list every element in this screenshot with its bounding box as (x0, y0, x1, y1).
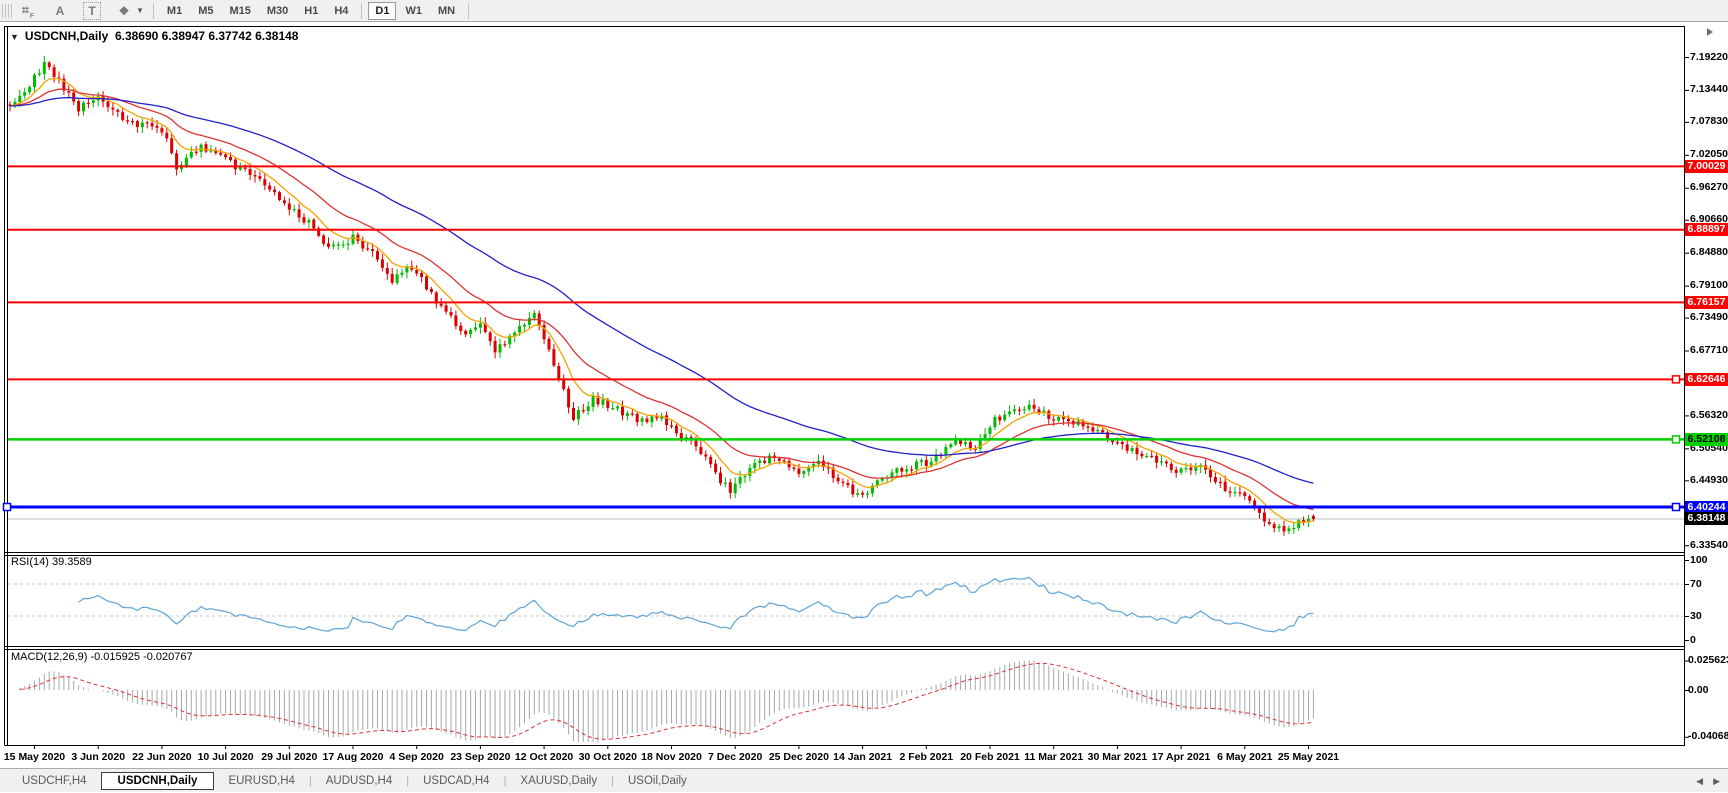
price-axis-tick: 6.96270 (1690, 181, 1728, 194)
timeframe-button-m30[interactable]: M30 (260, 2, 295, 20)
rsi-axis-tick: 70 (1690, 578, 1702, 591)
macd-layer (20, 660, 1314, 742)
timeframe-button-w1[interactable]: W1 (398, 2, 429, 20)
toolbar-separator (361, 3, 362, 19)
fibonacci-tool-icon[interactable]: ⌗F (19, 2, 37, 20)
toolbar-drag-grip[interactable] (2, 4, 12, 18)
toolbar-separator (468, 3, 469, 19)
horizontal-levels-layer (4, 166, 1685, 510)
tab-usoil-daily[interactable]: USOil,Daily (614, 772, 701, 790)
chart-shift-marker[interactable] (1707, 28, 1713, 36)
tab-eurusd-h4[interactable]: EURUSD,H4 (214, 772, 308, 790)
timeframe-button-d1[interactable]: D1 (368, 2, 396, 20)
price-axis-tick: 6.79100 (1690, 279, 1728, 292)
chevron-down-icon[interactable]: ▼ (136, 6, 144, 15)
collapse-chart-icon[interactable]: ▼ (10, 32, 19, 42)
price-axis-tick: 7.19220 (1690, 51, 1728, 64)
level-price-label[interactable]: 6.52108 (1685, 433, 1728, 446)
chart-ohlc-values: 6.38690 6.38947 6.37742 6.38148 (115, 29, 299, 43)
current-price-label: 6.38148 (1685, 512, 1728, 525)
timeframe-button-m15[interactable]: M15 (222, 2, 257, 20)
macd-axis-tick: 0.00 (1688, 684, 1708, 697)
level-drag-handle[interactable] (1673, 504, 1680, 511)
timeframe-button-h4[interactable]: H4 (327, 2, 355, 20)
timeframe-button-h1[interactable]: H1 (297, 2, 325, 20)
tab-scroll-right-icon[interactable]: ▶ (1713, 776, 1720, 787)
price-axis-tick: 6.33540 (1690, 539, 1728, 552)
tab-xauusd-daily[interactable]: XAUUSD,Daily (506, 772, 611, 790)
price-axis-tick: 6.73490 (1690, 311, 1728, 324)
level-price-label[interactable]: 6.76157 (1685, 296, 1728, 309)
candles-layer (9, 56, 1315, 536)
tab-usdchf-h4[interactable]: USDCHF,H4 (8, 772, 101, 790)
rsi-axis-tick: 100 (1690, 554, 1708, 567)
chart-title: ▼ USDCNH,Daily 6.38690 6.38947 6.37742 6.… (10, 29, 298, 43)
rsi-layer (8, 577, 1684, 632)
tab-usdcnh-daily[interactable]: USDCNH,Daily (101, 772, 215, 790)
text-tool-icon[interactable]: T (83, 2, 101, 20)
text-label-icon[interactable]: A (51, 2, 69, 20)
timeframe-button-m5[interactable]: M5 (191, 2, 220, 20)
macd-indicator-label: MACD(12,26,9) -0.015925 -0.020767 (11, 651, 193, 663)
toolbar: ⌗F AT ❖ ▼ M1M5M15M30H1H4 D1W1MN (0, 0, 1728, 22)
chart-symbol-label: USDCNH,Daily (25, 29, 108, 43)
chart-window: ⌗F AT ❖ ▼ M1M5M15M30H1H4 D1W1MN ▼ USDCNH,Dai… (0, 0, 1728, 792)
timeframe-button-m1[interactable]: M1 (160, 2, 189, 20)
level-drag-handle[interactable] (4, 504, 11, 511)
chart-canvas[interactable] (0, 0, 1728, 792)
level-price-label[interactable]: 6.88897 (1685, 223, 1728, 236)
rsi-indicator-label: RSI(14) 39.3589 (11, 556, 92, 568)
price-axis-tick: 6.56320 (1690, 409, 1728, 422)
axis-ticks (35, 58, 1690, 750)
macd-axis-tick: -0.040687 (1688, 730, 1728, 743)
toolbar-separator (153, 3, 154, 19)
level-drag-handle[interactable] (1673, 436, 1680, 443)
level-price-label[interactable]: 6.62646 (1685, 373, 1728, 386)
price-axis-tick: 6.67710 (1690, 344, 1728, 357)
rsi-axis-tick: 30 (1690, 610, 1702, 623)
price-axis-tick: 6.84880 (1690, 246, 1728, 259)
timeframe-button-mn[interactable]: MN (431, 2, 462, 20)
price-axis-tick: 6.44930 (1690, 474, 1728, 487)
macd-axis-tick: 0.025623 (1688, 654, 1728, 667)
price-axis-tick: 7.13440 (1690, 83, 1728, 96)
tab-bar: USDCHF,H4USDCNH,DailyEURUSD,H4|AUDUSD,H4… (0, 768, 1728, 792)
tab-audusd-h4[interactable]: AUDUSD,H4 (312, 772, 406, 790)
date-axis-label: 25 May 2021 (1269, 751, 1349, 763)
price-axis-tick: 7.07830 (1690, 115, 1728, 128)
rsi-axis-tick: 0 (1690, 634, 1696, 647)
tab-scroll-left-icon[interactable]: ◀ (1696, 776, 1703, 787)
level-price-label[interactable]: 7.00029 (1685, 160, 1728, 173)
shapes-arrows-icon[interactable]: ❖ (115, 2, 133, 20)
tab-usdcad-h4[interactable]: USDCAD,H4 (409, 772, 503, 790)
level-drag-handle[interactable] (1673, 376, 1680, 383)
